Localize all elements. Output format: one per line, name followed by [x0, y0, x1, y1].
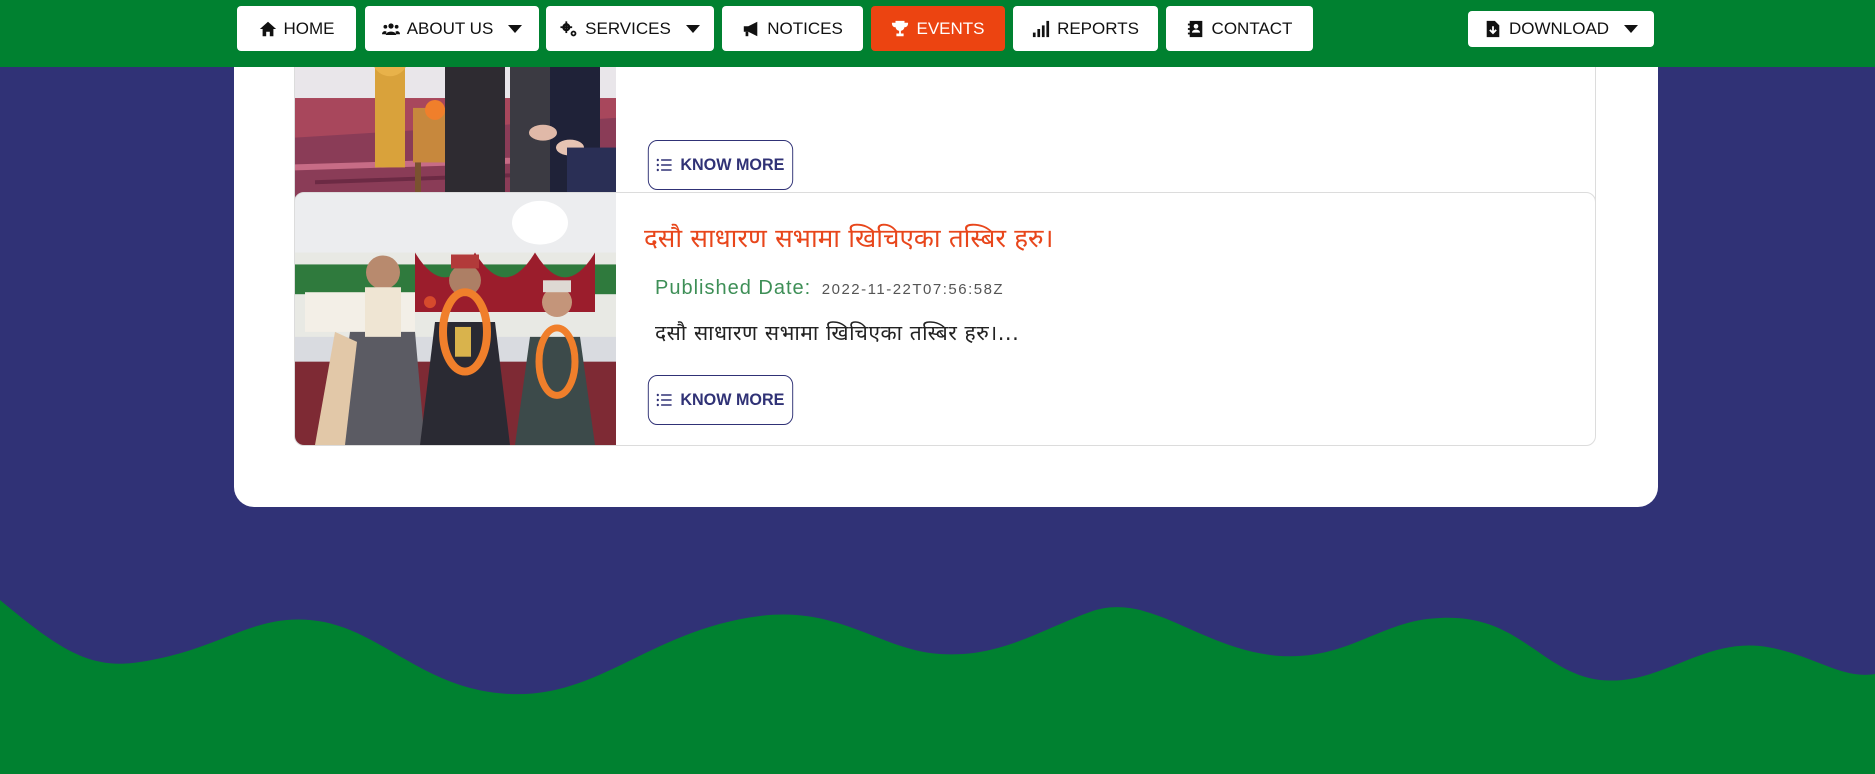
nav-home-label: HOME	[283, 18, 335, 38]
chevron-down-icon	[508, 24, 523, 33]
nav-contact[interactable]: CONTACT	[1166, 6, 1313, 51]
know-more-label: KNOW MORE	[680, 390, 785, 409]
top-navbar: HOME ABOUT US SERVICES NOTICES EVENTS RE…	[0, 0, 1875, 67]
footer-wave	[0, 600, 1875, 774]
nav-events-label: EVENTS	[916, 18, 985, 38]
nav-notices-label: NOTICES	[767, 18, 843, 38]
list-icon	[656, 393, 672, 407]
nav-services[interactable]: SERVICES	[546, 6, 714, 51]
nav-about-us[interactable]: ABOUT US	[365, 6, 539, 51]
published-date: 2022-11-22T07:56:58Z	[821, 281, 1005, 298]
nav-notices[interactable]: NOTICES	[722, 6, 863, 51]
events-list-card: KNOW MORE दसौ साधारण सभामा खिचिएका तस्बि…	[234, 0, 1658, 507]
nav-reports[interactable]: REPORTS	[1013, 6, 1158, 51]
megaphone-icon	[744, 21, 758, 36]
address-book-icon	[1187, 20, 1202, 37]
signal-bars-icon	[1032, 20, 1050, 37]
nav-services-label: SERVICES	[585, 18, 671, 38]
home-icon	[259, 21, 276, 36]
event-thumbnail[interactable]	[295, 193, 616, 445]
nav-about-us-label: ABOUT US	[406, 18, 494, 38]
nav-events[interactable]: EVENTS	[871, 6, 1005, 51]
know-more-button[interactable]: KNOW MORE	[647, 375, 794, 425]
nav-reports-label: REPORTS	[1057, 18, 1139, 38]
file-download-icon	[1486, 20, 1500, 38]
event-excerpt: दसौ साधारण सभामा खिचिएका तस्बिर हरु।...	[655, 321, 1020, 345]
trophy-icon	[892, 20, 909, 36]
download-label: DOWNLOAD	[1508, 19, 1610, 38]
chevron-down-icon	[685, 24, 700, 33]
published-label: Published Date:	[655, 277, 812, 299]
chevron-down-icon	[1624, 25, 1639, 33]
gears-icon	[560, 20, 577, 36]
nav-contact-label: CONTACT	[1211, 18, 1293, 38]
event-title[interactable]: दसौ साधारण सभामा खिचिएका तस्बिर हरु।	[644, 219, 1053, 255]
event-item: दसौ साधारण सभामा खिचिएका तस्बिर हरु। Pub…	[294, 192, 1596, 446]
download-dropdown[interactable]: DOWNLOAD	[1468, 11, 1654, 47]
users-icon	[381, 22, 400, 35]
nav-home[interactable]: HOME	[237, 6, 356, 51]
know-more-button[interactable]: KNOW MORE	[647, 140, 794, 190]
list-icon	[656, 158, 672, 172]
published-meta: Published Date: 2022-11-22T07:56:58Z	[655, 277, 1004, 300]
know-more-label: KNOW MORE	[680, 155, 785, 174]
